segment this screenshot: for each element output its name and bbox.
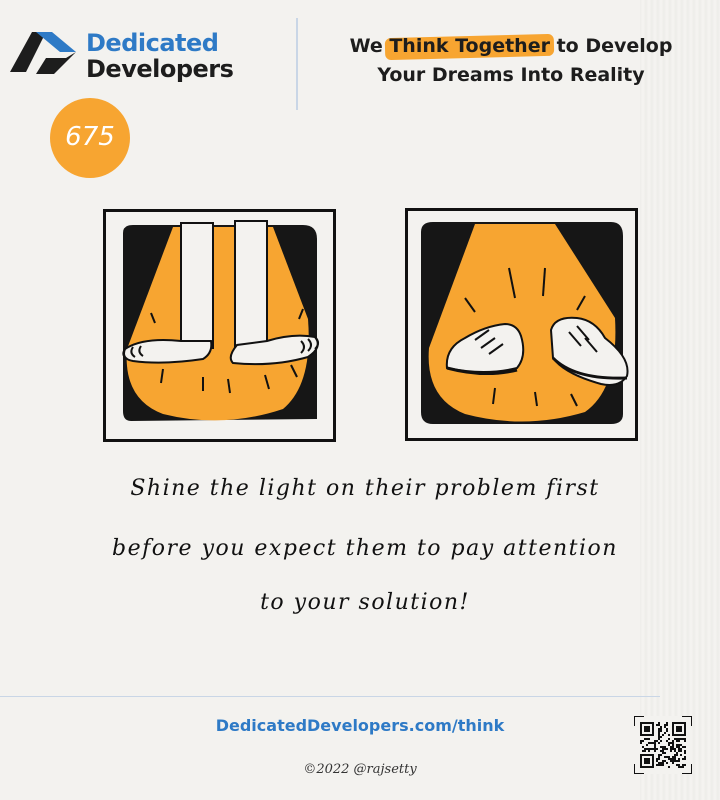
tagline: We Think Together to Develop Your Dreams… [306,32,716,90]
dedicated-developers-logo-icon [10,32,76,74]
tagline-highlight: Think Together [389,32,550,61]
bare-feet-illustration [103,209,336,442]
paper-texture [640,0,720,800]
tagline-suffix: to Develop [549,35,673,57]
tagline-line-1: We Think Together to Develop [306,32,716,61]
qr-code-icon[interactable] [634,716,692,774]
footer-divider [0,696,660,697]
caption-line-3: to your solution! [260,590,470,615]
tagline-prefix: We [349,35,390,57]
sneakers-illustration [405,208,638,441]
panel-sneakers [405,208,638,441]
caption-line-1: Shine the light on their problem first [130,476,600,501]
caption-line-2: before you expect them to pay attention [112,536,618,561]
panel-bare-feet [103,209,336,442]
tagline-line-2: Your Dreams Into Reality [377,64,645,86]
brand-name: Dedicated Developers [86,29,234,83]
copyright-text: ©2022 @rajsetty [303,762,417,777]
footer-link[interactable]: DedicatedDevelopers.com/think [0,716,720,735]
brand-line-1: Dedicated [86,29,219,57]
episode-number-badge: 675 [50,98,130,178]
header-divider [296,18,298,110]
brand-line-2: Developers [86,55,234,83]
